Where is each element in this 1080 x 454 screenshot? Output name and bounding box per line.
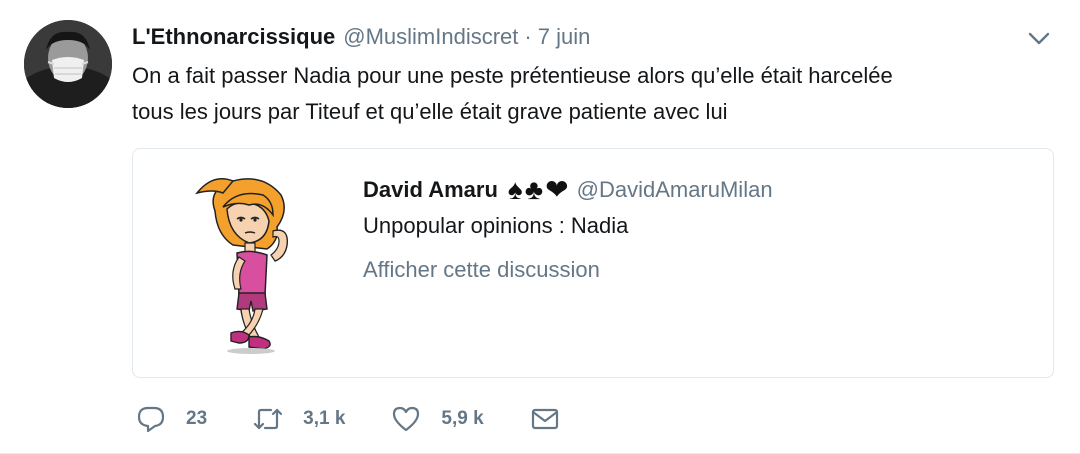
chevron-down-icon[interactable] <box>1026 28 1052 48</box>
tweet-actions: 23 3,1 k 5,9 k <box>136 402 606 436</box>
like-icon <box>393 406 420 432</box>
retweet-icon <box>254 408 283 430</box>
author-name[interactable]: L'Ethnonarcissique <box>132 24 335 50</box>
message-icon <box>531 408 558 430</box>
quoted-tweet-media[interactable] <box>193 171 313 357</box>
quoted-author-handle[interactable]: @DavidAmaruMilan <box>577 177 773 203</box>
author-handle[interactable]: @MuslimIndiscret <box>343 24 518 50</box>
avatar-image <box>24 20 112 108</box>
reply-icon <box>137 406 165 433</box>
separator-dot: · <box>524 24 532 49</box>
quoted-tweet-text: Unpopular opinions : Nadia <box>363 213 629 238</box>
tweet[interactable]: L'Ethnonarcissique @MuslimIndiscret · 7 … <box>0 0 1080 454</box>
direct-message-button[interactable] <box>530 404 560 434</box>
tweet-header: L'Ethnonarcissique @MuslimIndiscret · 7 … <box>132 22 590 52</box>
quoted-tweet-header: David Amaru ♠ ♣ ❤ @DavidAmaruMilan <box>363 175 773 205</box>
spade-icon: ♠ <box>507 174 523 205</box>
like-count: 5,9 k <box>441 408 484 429</box>
author-avatar[interactable] <box>24 20 112 108</box>
cartoon-girl-image <box>195 178 288 354</box>
reply-button[interactable]: 23 <box>136 404 207 434</box>
name-emoji-group: ♠ ♣ ❤ <box>508 176 569 204</box>
retweet-count: 3,1 k <box>303 408 346 429</box>
like-button[interactable]: 5,9 k <box>391 404 484 434</box>
retweet-button[interactable]: 3,1 k <box>253 404 345 434</box>
quoted-tweet-card[interactable]: David Amaru ♠ ♣ ❤ @DavidAmaruMilan Unpop… <box>132 148 1054 378</box>
tweet-timestamp[interactable]: 7 juin <box>538 24 591 50</box>
reply-count: 23 <box>186 408 208 429</box>
heart-icon: ❤ <box>545 174 569 205</box>
quoted-author-name[interactable]: David Amaru <box>363 177 498 203</box>
club-icon: ♣ <box>524 174 544 205</box>
show-thread-link[interactable]: Afficher cette discussion <box>363 255 600 285</box>
tweet-text: On a fait passer Nadia pour une peste pr… <box>132 63 893 124</box>
